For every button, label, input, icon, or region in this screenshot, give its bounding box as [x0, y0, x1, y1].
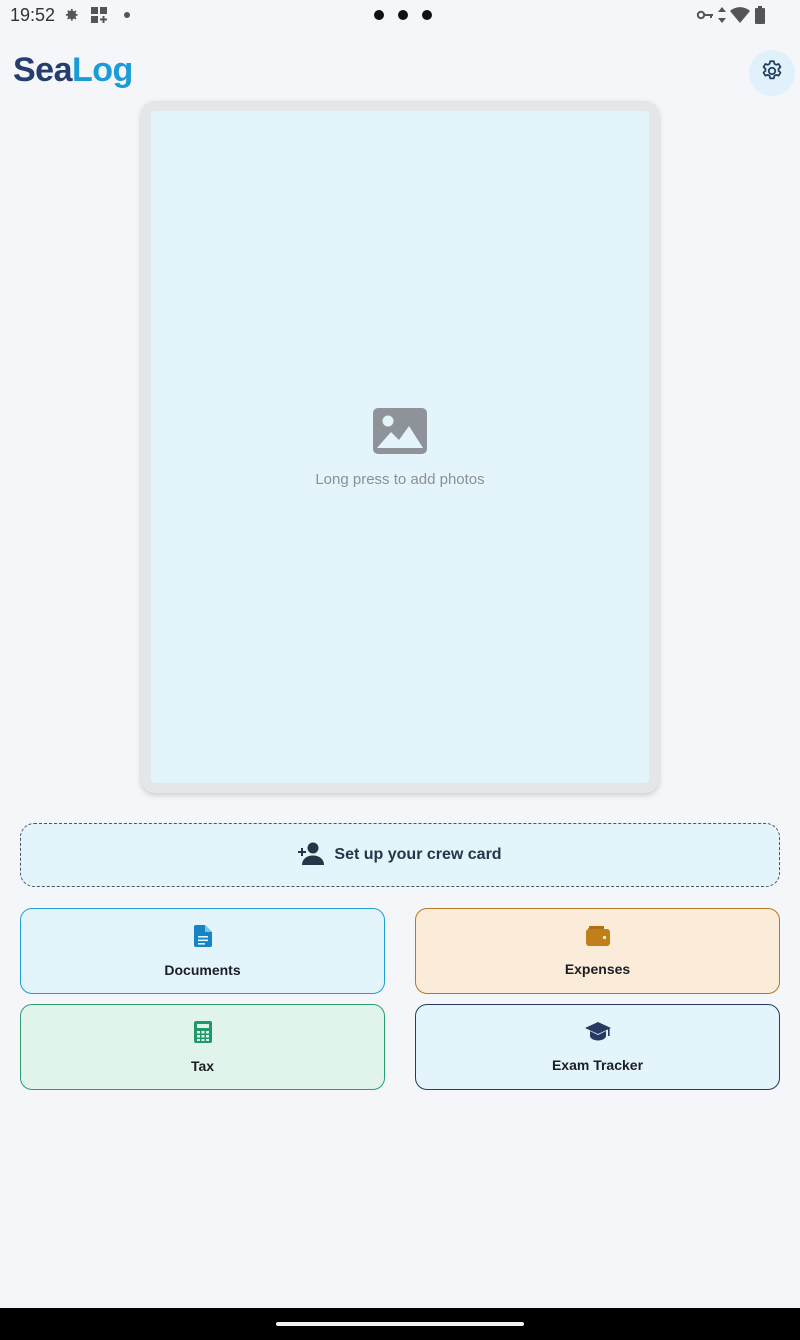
crew-card-label: Set up your crew card [334, 846, 502, 863]
logo-text-sea: Sea [13, 51, 73, 89]
navigation-bar [0, 1308, 800, 1340]
status-center-dots [374, 10, 432, 20]
wallet-icon [585, 925, 610, 951]
documents-label: Documents [164, 961, 241, 978]
status-bar: 19:52 [0, 0, 800, 30]
status-left-icons [62, 6, 136, 29]
settings-button[interactable] [749, 50, 795, 96]
calculator-icon [193, 1020, 212, 1048]
tax-tile[interactable]: Tax [20, 1004, 385, 1090]
documents-tile[interactable]: Documents [20, 908, 385, 994]
status-time: 19:52 [10, 5, 56, 25]
grid-add-icon [90, 6, 108, 29]
graduation-cap-icon [584, 1021, 611, 1047]
app-logo: SeaLog [13, 50, 133, 90]
person-add-icon [298, 841, 325, 870]
document-icon [193, 924, 212, 952]
settings-gear-icon [62, 6, 80, 29]
expenses-tile[interactable]: Expenses [415, 908, 780, 994]
photo-card: Long press to add photos [141, 101, 659, 793]
logo-text-log: Log [72, 51, 133, 89]
tax-label: Tax [190, 1057, 215, 1074]
exam-tracker-tile[interactable]: Exam Tracker [415, 1004, 780, 1090]
wifi-icon [730, 7, 750, 28]
expenses-label: Expenses [564, 960, 631, 977]
image-icon [373, 408, 427, 459]
data-arrows-icon [718, 7, 726, 28]
photo-hint-text: Long press to add photos [315, 471, 485, 488]
home-gesture-handle[interactable] [276, 1322, 524, 1326]
exam-tracker-label: Exam Tracker [551, 1056, 644, 1073]
photo-drop-area[interactable]: Long press to add photos [151, 111, 649, 783]
gear-icon [759, 58, 785, 89]
status-right-icons [696, 6, 766, 29]
notification-dot-icon [118, 6, 136, 29]
battery-icon [754, 6, 766, 29]
setup-crew-card-button[interactable]: Set up your crew card [20, 823, 780, 887]
vpn-key-icon [696, 8, 714, 27]
